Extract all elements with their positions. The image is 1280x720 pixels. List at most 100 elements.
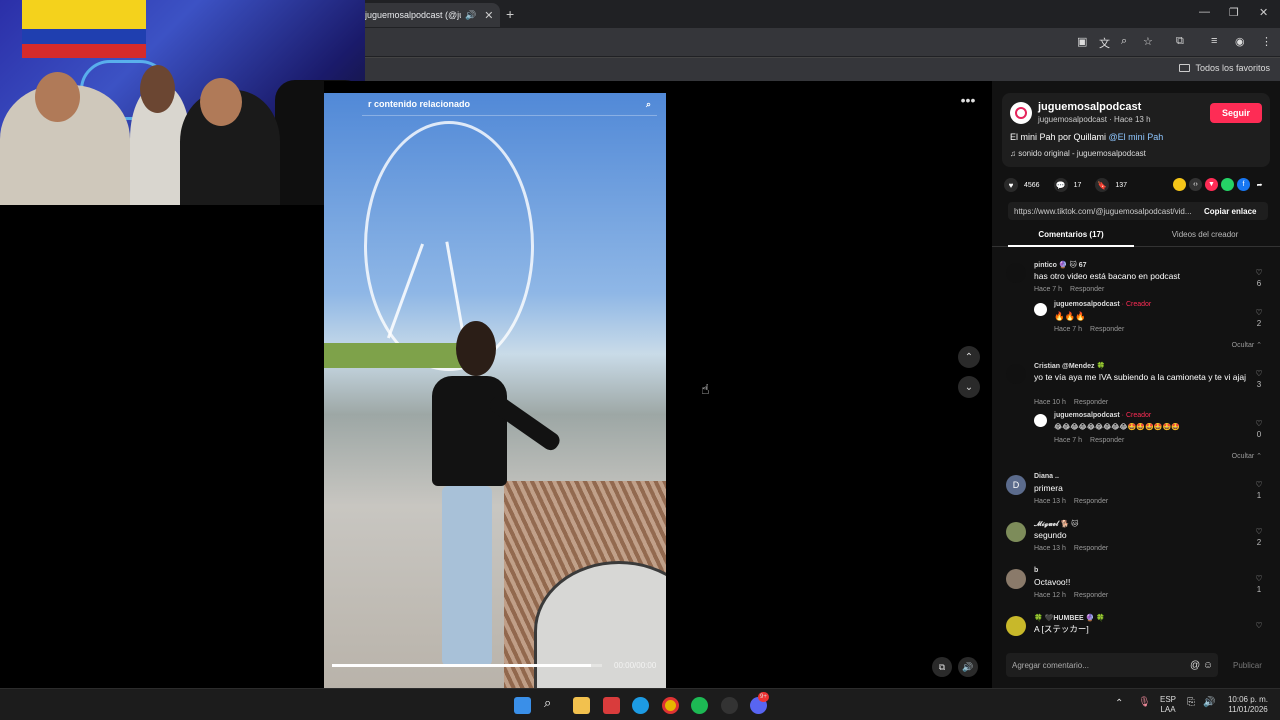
video-link[interactable]: https://www.tiktok.com/@juguemosalpodcas… <box>1008 207 1198 216</box>
comment-meta: Hace 7 h Responder <box>1034 286 1105 293</box>
reply-button[interactable]: Responder <box>1090 326 1124 333</box>
tab-title: juguemosalpodcast (@jugu <box>365 10 461 20</box>
reply-button[interactable]: Responder <box>1070 286 1104 293</box>
reply-button[interactable]: Responder <box>1074 498 1108 505</box>
mention-emoji-icons[interactable]: @ ☺ <box>1190 660 1213 671</box>
avatar[interactable] <box>1006 364 1026 384</box>
language-indicator[interactable]: ESP LAA <box>1157 695 1179 715</box>
comment-author[interactable]: Diana .. <box>1034 473 1059 480</box>
saves-count: 137 <box>1115 181 1128 189</box>
comment-author[interactable]: 𝓜𝓲𝓰𝓾𝓮𝓵 🐕 🐱 <box>1034 520 1078 529</box>
facebook-icon[interactable]: f <box>1237 178 1250 191</box>
profile-icon[interactable]: ◉ <box>1235 35 1245 48</box>
network-icon[interactable]: ⎘ <box>1187 698 1195 708</box>
steam-icon[interactable] <box>721 697 738 714</box>
avatar[interactable] <box>1034 414 1047 427</box>
avatar[interactable] <box>1034 303 1047 316</box>
comment-author[interactable]: juguemosalpodcast · Creador <box>1054 301 1151 308</box>
avatar[interactable] <box>1006 569 1026 589</box>
restore-icon[interactable]: ❐ <box>1229 6 1239 19</box>
publish-button[interactable]: Publicar <box>1233 661 1262 670</box>
media-icon[interactable]: ≡ <box>1211 35 1217 47</box>
close-window-icon[interactable]: ✕ <box>1259 6 1268 19</box>
previous-video-button[interactable]: ⌃ <box>958 346 980 368</box>
comment-text: 🔥🔥🔥 <box>1054 311 1086 321</box>
windows-start-icon[interactable] <box>514 697 531 714</box>
search-icon[interactable]: ⌕ <box>646 99 651 110</box>
video-progress[interactable] <box>332 664 602 667</box>
pip-icon[interactable]: ⧉ <box>932 657 952 677</box>
clock[interactable]: 10:06 p. m. 11/01/2026 <box>1222 695 1274 715</box>
translate-icon[interactable]: 文 <box>1099 35 1110 51</box>
address-bar[interactable] <box>355 28 1280 56</box>
reply-button[interactable]: Responder <box>1074 545 1108 552</box>
comment-author[interactable]: 🍀 🖤HUMBEE 🔮 🍀 <box>1034 614 1105 622</box>
close-tab-icon[interactable]: ✕ <box>484 9 493 22</box>
mention-link[interactable]: @El mini Pah <box>1109 132 1164 142</box>
tray-chevron-icon[interactable]: ⌃ <box>1115 699 1123 709</box>
spotify-icon[interactable] <box>691 697 708 714</box>
post-panel: juguemosalpodcast juguemosalpodcast · Ha… <box>992 81 1280 688</box>
speaker-icon[interactable]: 🔊 <box>465 10 476 21</box>
cast-icon[interactable]: ▣ <box>1077 35 1087 48</box>
reply-button[interactable]: Responder <box>1074 399 1108 406</box>
menu-icon[interactable]: ⋮ <box>1261 35 1272 48</box>
edge-icon[interactable] <box>632 697 649 714</box>
next-video-button[interactable]: ⌄ <box>958 376 980 398</box>
avatar[interactable] <box>1006 616 1026 636</box>
comment-author[interactable]: b <box>1034 567 1038 574</box>
comment-input[interactable]: Agregar comentario... <box>1006 653 1218 677</box>
embed-icon[interactable]: ‹› <box>1189 178 1202 191</box>
comment-author[interactable]: juguemosalpodcast · Creador <box>1054 412 1151 419</box>
send-icon[interactable]: ▼ <box>1205 178 1218 191</box>
browser-tab[interactable]: juguemosalpodcast (@jugu 🔊 ✕ <box>355 3 500 27</box>
extensions-icon[interactable]: ⧉ <box>1176 35 1184 48</box>
follow-button[interactable]: Seguir <box>1210 103 1262 123</box>
minimize-icon[interactable]: — <box>1199 6 1210 18</box>
video-player[interactable]: r contenido relacionado ⌕ 00:00/00:00 <box>324 81 666 688</box>
author-name[interactable]: juguemosalpodcast <box>1038 101 1141 113</box>
coin-icon[interactable] <box>1173 178 1186 191</box>
all-bookmarks[interactable]: Todos los favoritos <box>1179 63 1270 73</box>
reply-button[interactable]: Responder <box>1090 437 1124 444</box>
hide-replies[interactable]: Ocultar ⌃ <box>1232 341 1262 349</box>
tab-comments[interactable]: Comentarios (17) <box>1008 227 1134 247</box>
app-icon[interactable] <box>603 697 620 714</box>
comment-like[interactable]: ♡ 2 <box>1252 307 1266 329</box>
bookmark-star-icon[interactable]: ☆ <box>1143 35 1153 48</box>
comment-like[interactable]: ♡ 0 <box>1252 418 1266 440</box>
author-avatar[interactable] <box>1010 102 1032 124</box>
new-tab-button[interactable]: + <box>506 6 514 22</box>
heart-icon[interactable]: ♥ <box>1004 178 1018 192</box>
sound-info[interactable]: ♫ sonido original - juguemosalpodcast <box>1010 149 1146 158</box>
more-options-icon[interactable]: ••• <box>956 92 980 112</box>
zoom-icon[interactable]: ⌕ <box>1121 35 1127 48</box>
avatar[interactable] <box>1006 263 1026 283</box>
avatar[interactable] <box>1006 522 1026 542</box>
comment-like[interactable]: ♡ 2 <box>1252 526 1266 548</box>
comment-author[interactable]: pintico 🔮 🐱 67 <box>1034 261 1087 269</box>
volume-tray-icon[interactable]: 🔊 <box>1203 698 1215 708</box>
tab-creator-videos[interactable]: Videos del creador <box>1142 227 1268 247</box>
comment-author[interactable]: Cristian @Mendez 🍀 <box>1034 362 1105 370</box>
microphone-icon[interactable]: 🎙 <box>1138 698 1151 708</box>
chrome-icon[interactable] <box>662 697 679 714</box>
copy-link-button[interactable]: Copiar enlace <box>1198 207 1256 216</box>
reply-button[interactable]: Responder <box>1074 592 1108 599</box>
avatar[interactable]: D <box>1006 475 1026 495</box>
hide-replies[interactable]: Ocultar ⌃ <box>1232 452 1262 460</box>
comment-like[interactable]: ♡ 6 <box>1252 267 1266 289</box>
discord-badge: 9+ <box>758 692 769 702</box>
comment-like[interactable]: ♡ 1 <box>1252 573 1266 595</box>
related-search-bar[interactable]: r contenido relacionado ⌕ <box>362 93 657 116</box>
comment-like[interactable]: ♡ 3 <box>1252 368 1266 390</box>
volume-icon[interactable]: 🔊 <box>958 657 978 677</box>
file-explorer-icon[interactable] <box>573 697 590 714</box>
comment-like[interactable]: ♡ <box>1252 620 1266 631</box>
bookmark-icon[interactable]: 🔖 <box>1095 178 1110 192</box>
share-arrow-icon[interactable]: ➦ <box>1253 178 1266 191</box>
whatsapp-icon[interactable] <box>1221 178 1234 191</box>
comment-icon[interactable]: 💬 <box>1053 178 1068 192</box>
search-icon[interactable]: ⌕ <box>544 695 561 712</box>
comment-like[interactable]: ♡ 1 <box>1252 479 1266 501</box>
